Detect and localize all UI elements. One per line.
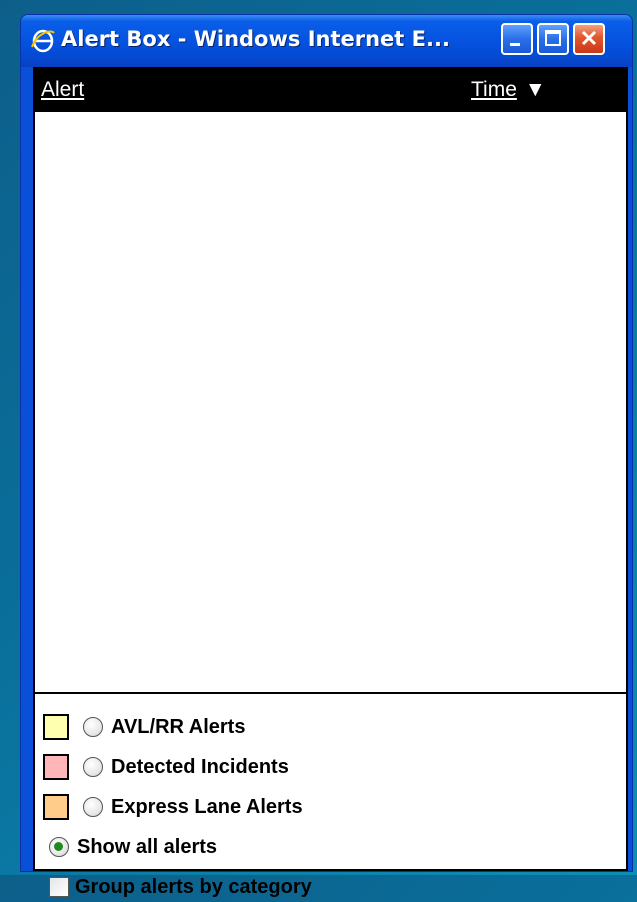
close-icon xyxy=(581,30,597,46)
avl-color-swatch xyxy=(43,714,69,740)
table-header: Alert Time ▼ xyxy=(33,67,628,112)
window-title: Alert Box - Windows Internet E... xyxy=(61,27,450,51)
column-header-time[interactable]: Time ▼ xyxy=(471,78,546,102)
alert-box-window: Alert Box - Windows Internet E... Alert … xyxy=(20,14,633,898)
minimize-button[interactable] xyxy=(501,23,533,55)
minimize-icon xyxy=(510,43,520,46)
express-filter-radio[interactable] xyxy=(83,797,103,817)
group-by-checkbox[interactable] xyxy=(49,877,69,897)
incidents-filter-label[interactable]: Detected Incidents xyxy=(111,756,289,779)
ie-icon xyxy=(31,29,55,53)
legend-row-incidents: Detected Incidents xyxy=(43,752,289,782)
close-button[interactable] xyxy=(573,23,605,55)
alert-list[interactable] xyxy=(33,112,628,692)
avl-filter-radio[interactable] xyxy=(83,717,103,737)
column-header-time-label[interactable]: Time xyxy=(471,78,517,101)
sort-descending-icon: ▼ xyxy=(524,78,546,101)
group-by-row: Group alerts by category xyxy=(49,872,312,902)
incidents-color-swatch xyxy=(43,754,69,780)
maximize-icon xyxy=(545,30,561,46)
show-all-row: Show all alerts xyxy=(49,832,217,862)
express-filter-label[interactable]: Express Lane Alerts xyxy=(111,796,303,819)
express-color-swatch xyxy=(43,794,69,820)
avl-filter-label[interactable]: AVL/RR Alerts xyxy=(111,716,245,739)
title-bar[interactable]: Alert Box - Windows Internet E... xyxy=(21,15,632,67)
maximize-button[interactable] xyxy=(537,23,569,55)
column-header-alert[interactable]: Alert xyxy=(41,78,84,102)
show-all-label[interactable]: Show all alerts xyxy=(77,836,217,859)
client-area: Alert Time ▼ AVL/RR Alerts Detected Incid… xyxy=(33,67,628,898)
group-by-label[interactable]: Group alerts by category xyxy=(75,876,312,899)
legend-row-avl: AVL/RR Alerts xyxy=(43,712,245,742)
legend-panel: AVL/RR Alerts Detected Incidents Express… xyxy=(33,692,628,898)
incidents-filter-radio[interactable] xyxy=(83,757,103,777)
show-all-radio[interactable] xyxy=(49,837,69,857)
legend-row-express: Express Lane Alerts xyxy=(43,792,303,822)
